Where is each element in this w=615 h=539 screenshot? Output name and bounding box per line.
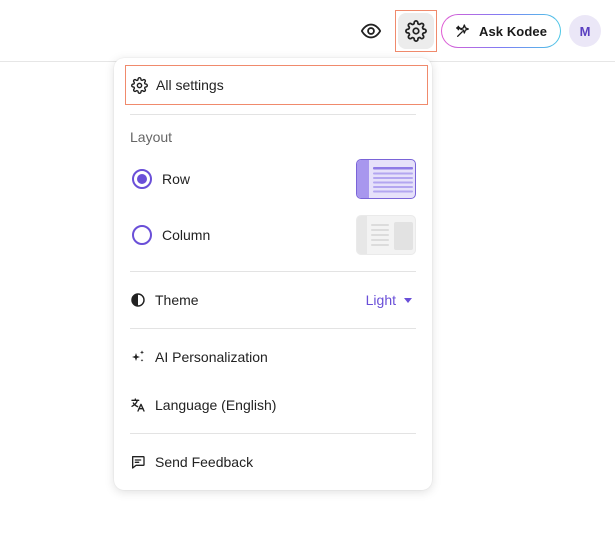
- settings-menu: All settings Layout Row Column Theme Lig…: [114, 58, 432, 490]
- row-layout-preview: [356, 159, 416, 199]
- feedback-icon: [130, 454, 146, 470]
- layout-option-label: Column: [162, 227, 211, 243]
- radio-selected[interactable]: [132, 169, 152, 189]
- avatar[interactable]: M: [569, 15, 601, 47]
- sparkle-icon: [455, 23, 471, 39]
- layout-option-label: Row: [162, 171, 191, 187]
- gear-icon: [405, 20, 427, 42]
- column-layout-preview: [356, 215, 416, 255]
- all-settings-label: All settings: [156, 77, 224, 93]
- contrast-icon: [130, 292, 146, 308]
- layout-section-title: Layout: [130, 129, 173, 145]
- theme-label: Theme: [155, 292, 199, 308]
- theme-item: Theme Light: [130, 285, 416, 315]
- layout-option-row[interactable]: Row: [130, 159, 416, 199]
- ai-personalization-label: AI Personalization: [155, 349, 268, 365]
- theme-value: Light: [365, 292, 396, 308]
- settings-button[interactable]: [395, 10, 437, 52]
- ai-personalization-item[interactable]: AI Personalization: [130, 342, 416, 372]
- divider: [130, 114, 416, 115]
- language-item[interactable]: Language (English): [130, 390, 416, 420]
- send-feedback-item[interactable]: Send Feedback: [130, 447, 416, 477]
- ask-kodee-label: Ask Kodee: [478, 23, 548, 39]
- divider: [130, 271, 416, 272]
- top-bar: Ask Kodee M: [0, 0, 615, 62]
- preview-button[interactable]: [354, 14, 388, 48]
- radio-unselected[interactable]: [132, 225, 152, 245]
- language-label: Language (English): [155, 397, 277, 413]
- send-feedback-label: Send Feedback: [155, 454, 254, 470]
- divider: [130, 433, 416, 434]
- translate-icon: [130, 397, 146, 413]
- ask-kodee-button[interactable]: Ask Kodee: [441, 14, 561, 48]
- gear-icon: [131, 76, 148, 94]
- all-settings-item[interactable]: All settings: [125, 65, 428, 105]
- divider: [130, 328, 416, 329]
- layout-option-column[interactable]: Column: [130, 215, 416, 255]
- sparkles-icon: [130, 349, 146, 365]
- caret-down-icon: [404, 297, 412, 303]
- theme-dropdown[interactable]: Light: [366, 285, 412, 315]
- eye-icon: [360, 20, 382, 42]
